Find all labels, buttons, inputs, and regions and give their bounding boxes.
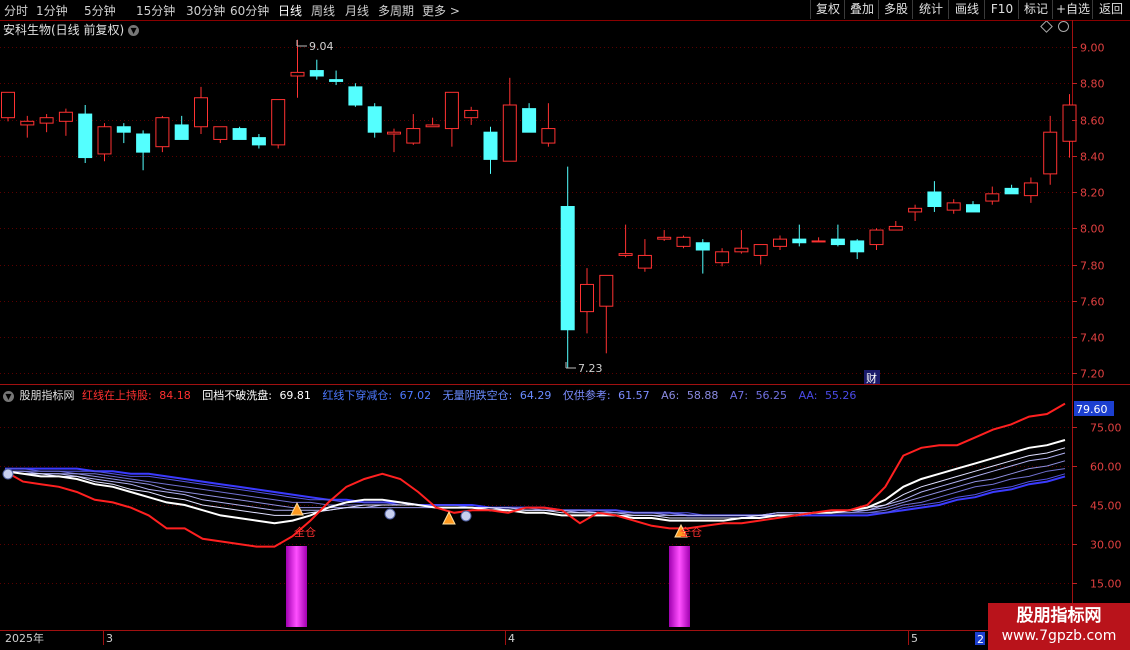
signal-label-1: 全仓 <box>294 525 316 539</box>
candle-up[interactable] <box>1062 104 1077 142</box>
low-price-label: 7.23 <box>578 362 603 375</box>
signal-bar <box>669 546 690 627</box>
shield-icon <box>384 508 396 520</box>
candle-up[interactable] <box>715 251 730 264</box>
candle-up[interactable] <box>1023 182 1038 197</box>
indicator-tick-label: 45.00 <box>1090 500 1122 513</box>
candle-up[interactable] <box>444 91 459 130</box>
runner-icon <box>290 501 304 516</box>
watermark-url: www.7gpzb.com <box>1001 628 1117 644</box>
candle-up[interactable] <box>1043 131 1058 175</box>
high-price-label: 9.04 <box>309 40 334 53</box>
candle-up[interactable] <box>908 207 923 213</box>
price-tick-label: 7.40 <box>1080 332 1105 345</box>
candle-up[interactable] <box>676 236 691 247</box>
candle-down[interactable] <box>792 238 807 244</box>
candle-up[interactable] <box>290 71 305 77</box>
runner-icon <box>442 510 456 525</box>
finance-badge-label: 财 <box>866 371 877 385</box>
price-tick-label: 7.80 <box>1080 260 1105 273</box>
current-value-label: 79.60 <box>1076 403 1108 416</box>
candle-down[interactable] <box>251 137 266 146</box>
indicator-tick-label: 30.00 <box>1090 539 1122 552</box>
candle-down[interactable] <box>367 106 382 133</box>
candle-up[interactable] <box>985 193 1000 202</box>
candle-up[interactable] <box>213 126 228 140</box>
date-label-april: 4 <box>508 632 515 645</box>
candle-up[interactable] <box>39 117 54 124</box>
signal-label-2: 全仓 <box>680 525 702 539</box>
candle-down[interactable] <box>309 70 324 77</box>
candle-down[interactable] <box>348 86 363 106</box>
candle-down[interactable] <box>483 131 498 160</box>
indicator-tick-label: 15.00 <box>1090 578 1122 591</box>
price-tick-label: 8.20 <box>1080 187 1105 200</box>
date-label-year: 2025年 <box>5 631 44 645</box>
candle-down[interactable] <box>522 108 537 133</box>
candle-down[interactable] <box>136 133 151 153</box>
candle-down[interactable] <box>116 126 131 133</box>
price-tick-label: 8.00 <box>1080 223 1105 236</box>
candle-up[interactable] <box>464 109 479 119</box>
candle-up[interactable] <box>734 247 749 253</box>
candle-up[interactable] <box>580 283 594 313</box>
candle-up[interactable] <box>20 120 35 126</box>
candle-down[interactable] <box>850 240 865 253</box>
price-tick-label: 7.20 <box>1080 368 1105 381</box>
price-tick-label: 8.40 <box>1080 151 1105 164</box>
candle-down[interactable] <box>966 204 980 213</box>
candle-up[interactable] <box>502 104 517 162</box>
candle-up[interactable] <box>271 99 286 146</box>
candle-down[interactable] <box>1004 187 1019 195</box>
shield-icon <box>460 510 472 522</box>
candle-down[interactable] <box>695 242 710 251</box>
shield-icon <box>2 468 14 480</box>
candle-up[interactable] <box>618 253 633 256</box>
candle-up[interactable] <box>58 111 73 122</box>
date-bar: 2025年 3 4 5 2 <box>5 631 985 646</box>
candle-up[interactable] <box>194 97 208 128</box>
candle-up[interactable] <box>599 274 614 307</box>
candle-up[interactable] <box>1 91 15 119</box>
candle-up[interactable] <box>753 244 768 256</box>
indicator-tick-label: 60.00 <box>1090 461 1122 474</box>
date-label-may: 5 <box>911 632 918 645</box>
price-tick-label: 7.60 <box>1080 296 1105 309</box>
date-label-march: 3 <box>106 632 113 645</box>
candle-down[interactable] <box>560 206 575 331</box>
candle-up[interactable] <box>637 254 652 269</box>
candle-up[interactable] <box>946 202 961 211</box>
date-label-cursor: 2 <box>977 633 984 646</box>
indicator-tick-label: 75.00 <box>1090 422 1122 435</box>
candle-up[interactable] <box>406 128 421 144</box>
candle-up[interactable] <box>888 225 903 231</box>
candle-down[interactable] <box>830 238 845 246</box>
high-annotation: 9.04 <box>296 40 334 53</box>
candle-up[interactable] <box>97 126 112 155</box>
candle-up[interactable] <box>541 128 556 144</box>
candle-up[interactable] <box>155 117 170 148</box>
candle-up[interactable] <box>657 236 672 240</box>
candle-up[interactable] <box>869 229 884 246</box>
candle-up[interactable] <box>773 238 787 247</box>
price-tick-label: 8.80 <box>1080 78 1105 91</box>
charts-canvas[interactable]: 9.00 8.80 8.60 8.40 8.20 8.00 7.80 7.60 7.40 7.20… <box>0 0 1130 650</box>
price-tick-label: 8.60 <box>1080 115 1105 128</box>
candle-up[interactable] <box>425 124 440 128</box>
candle-down[interactable] <box>927 191 942 207</box>
low-annotation: 7.23 <box>565 362 603 375</box>
candle-down[interactable] <box>329 79 344 82</box>
candle-up[interactable] <box>387 131 401 135</box>
signal-bar <box>286 546 307 627</box>
watermark: 股朋指标网 www.7gpzb.com <box>988 603 1130 650</box>
price-tick-label: 9.00 <box>1080 42 1105 55</box>
candle-down[interactable] <box>78 113 93 159</box>
candle-down[interactable] <box>174 124 189 140</box>
candle-up[interactable] <box>811 240 826 243</box>
candle-down[interactable] <box>232 128 247 140</box>
watermark-title: 股朋指标网 <box>1016 606 1102 626</box>
